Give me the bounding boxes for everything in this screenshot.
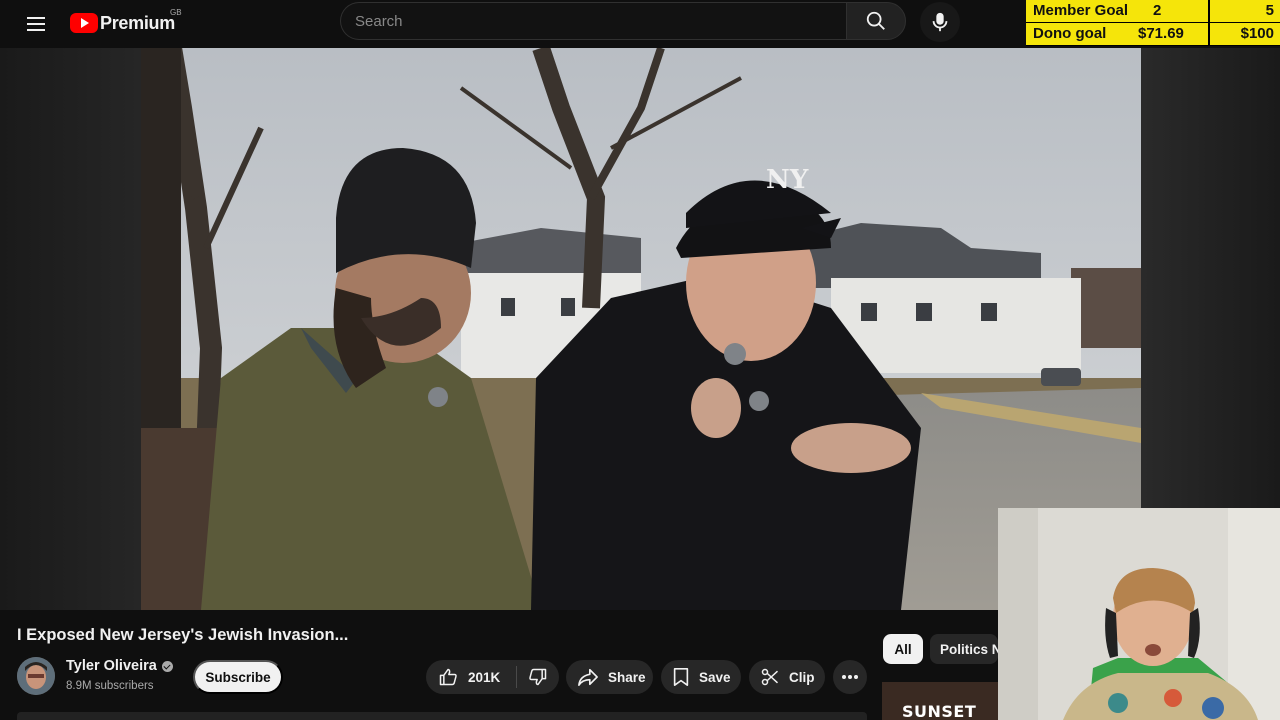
thumbs-down-icon xyxy=(529,668,547,686)
subscribe-button[interactable]: Subscribe xyxy=(193,660,283,694)
menu-icon[interactable] xyxy=(22,12,50,36)
voice-search-button[interactable] xyxy=(920,2,960,42)
subscriber-count: 8.9M subscribers xyxy=(66,680,154,692)
share-icon xyxy=(578,668,598,686)
channel-name[interactable]: Tyler Oliveira xyxy=(66,658,173,674)
youtube-logo[interactable]: Premium xyxy=(70,10,175,36)
more-icon xyxy=(842,675,858,679)
clip-button[interactable]: Clip xyxy=(749,660,825,694)
svg-text:NY: NY xyxy=(766,165,809,195)
dono-goal-target: $100 xyxy=(1210,23,1280,45)
streamer-webcam xyxy=(998,508,1280,720)
recommendation-thumbnail[interactable]: SUNSET xyxy=(882,682,998,720)
youtube-logo-icon xyxy=(70,13,98,33)
search-box xyxy=(340,2,846,40)
chip-all[interactable]: All xyxy=(883,634,923,664)
more-actions-button[interactable] xyxy=(833,660,867,694)
country-code: GB xyxy=(170,8,182,17)
save-label: Save xyxy=(699,669,731,685)
player-side-right xyxy=(1141,48,1280,508)
webcam-frame xyxy=(998,508,1280,720)
player-side-left xyxy=(0,48,141,610)
brand-label: Premium xyxy=(100,12,175,33)
bookmark-icon xyxy=(673,668,689,686)
thumbs-up-icon xyxy=(439,668,457,686)
member-goal-row: Member Goal 2 5 xyxy=(1026,0,1280,23)
channel-avatar[interactable] xyxy=(17,657,55,695)
channel-name-label: Tyler Oliveira xyxy=(66,658,157,674)
member-goal-current: 2 xyxy=(1132,0,1162,22)
like-dislike-bar: 201K xyxy=(426,660,559,694)
avatar-image xyxy=(17,657,55,695)
dono-goal-current: $71.69 xyxy=(1132,23,1184,45)
dono-goal-label: Dono goal xyxy=(1026,23,1132,45)
save-button[interactable]: Save xyxy=(661,660,741,694)
share-button[interactable]: Share xyxy=(566,660,653,694)
dislike-button[interactable] xyxy=(517,660,559,694)
member-goal-label: Member Goal xyxy=(1026,0,1132,22)
stream-goals-overlay: Member Goal 2 5 Dono goal $71.69 $100 xyxy=(1026,0,1280,46)
video-title: I Exposed New Jersey's Jewish Invasion..… xyxy=(17,626,349,644)
like-button[interactable]: 201K xyxy=(426,660,516,694)
video-frame: NY xyxy=(141,48,1141,610)
description-box-edge xyxy=(17,712,867,720)
share-label: Share xyxy=(608,669,646,685)
like-count: 201K xyxy=(468,669,501,685)
clip-label: Clip xyxy=(789,669,815,685)
scissors-icon xyxy=(761,668,779,686)
verified-icon xyxy=(161,660,173,672)
video-player[interactable]: NY xyxy=(141,48,1141,610)
dono-goal-row: Dono goal $71.69 $100 xyxy=(1026,23,1280,46)
search-button[interactable] xyxy=(846,2,906,40)
thumbnail-text: SUNSET xyxy=(902,702,977,720)
search-input[interactable] xyxy=(355,3,835,39)
mic-icon xyxy=(932,12,948,32)
chip-politics[interactable]: Politics N xyxy=(930,634,998,664)
member-goal-target: 5 xyxy=(1210,0,1280,22)
search-icon xyxy=(866,11,885,30)
